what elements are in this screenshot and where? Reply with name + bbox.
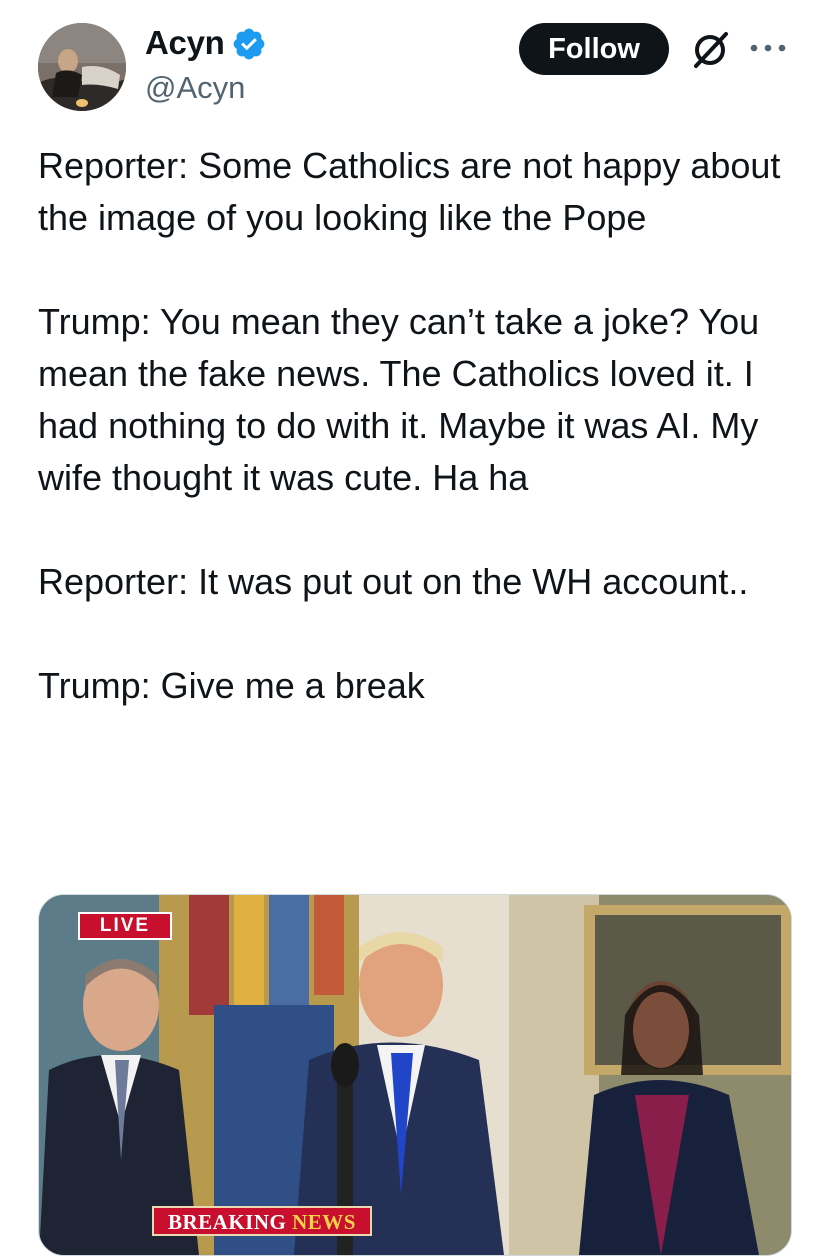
tweet-paragraph: Reporter: Some Catholics are not happy a… xyxy=(38,145,791,238)
profile-photo xyxy=(38,23,126,111)
breaking-label: BREAKING xyxy=(168,1210,287,1234)
video-frame-image xyxy=(39,895,791,1255)
tweet-paragraph: Reporter: It was put out on the WH accou… xyxy=(38,561,749,602)
tweet-video[interactable] xyxy=(38,894,792,1256)
tweet-text: Reporter: Some Catholics are not happy a… xyxy=(38,140,798,712)
verified-badge-icon xyxy=(233,28,264,60)
news-label: NEWS xyxy=(292,1210,356,1234)
author-handle[interactable]: @Acyn xyxy=(145,70,245,106)
author-avatar[interactable] xyxy=(38,23,126,111)
more-horizontal-icon[interactable] xyxy=(748,38,788,58)
breaking-news-banner: BREAKING NEWS xyxy=(152,1206,372,1236)
tweet-header: Acyn @Acyn Follow xyxy=(0,0,828,120)
follow-button[interactable]: Follow xyxy=(519,23,669,75)
tweet-paragraph: Trump: Give me a break xyxy=(38,665,425,706)
tweet-paragraph: Trump: You mean they can’t take a joke? … xyxy=(38,301,770,498)
author-display-name[interactable]: Acyn xyxy=(145,24,225,62)
author-name-row[interactable]: Acyn xyxy=(145,24,267,62)
grok-icon[interactable] xyxy=(688,28,732,72)
live-badge: LIVE xyxy=(78,912,172,940)
